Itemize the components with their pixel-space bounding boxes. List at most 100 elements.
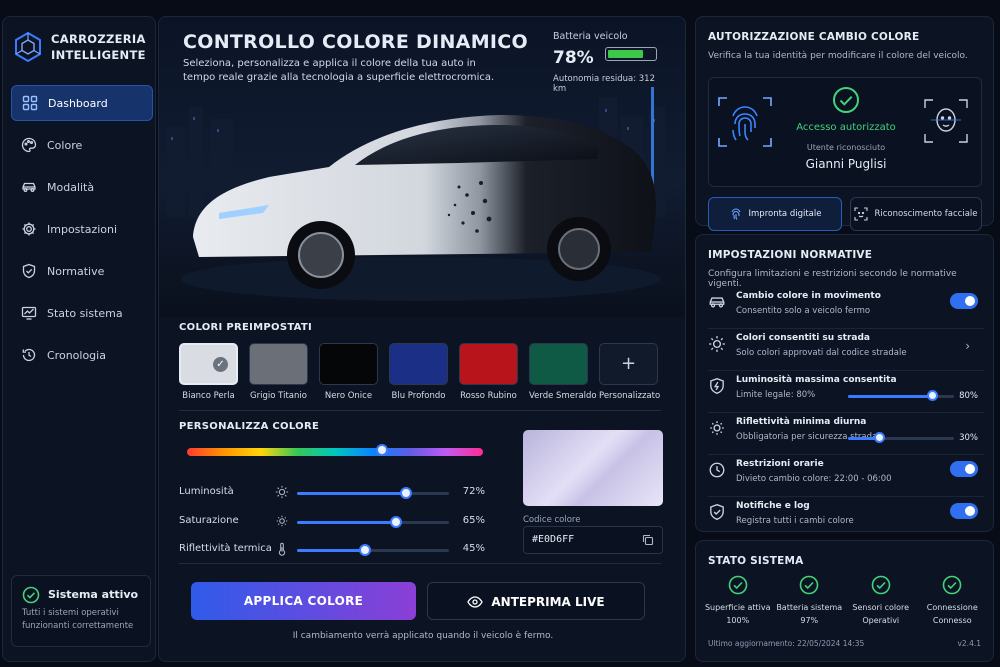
sun-icon	[275, 485, 289, 499]
shield-check-icon	[710, 503, 724, 521]
hue-slider-knob[interactable]	[376, 444, 389, 456]
system-status-title: STATO SISTEMA	[708, 555, 804, 567]
sun-outline-icon	[276, 515, 288, 527]
preset-swatch[interactable]: Verde Smeraldo	[529, 343, 597, 401]
norm-row: Luminosità massima consentita Limite lega…	[708, 375, 984, 415]
car-icon	[22, 182, 36, 192]
face-scan-icon	[924, 99, 968, 143]
norms-subtitle: Configura limitazioni e restrizioni seco…	[708, 269, 957, 289]
hue-slider[interactable]	[187, 444, 483, 456]
divider	[179, 410, 661, 411]
system-status-panel: STATO SISTEMA Superficie attiva 100% Batte…	[695, 540, 994, 662]
app-logo: CARROZZERIA INTELLIGENTE	[13, 31, 146, 63]
sidebar-item-dashboard[interactable]: Dashboard	[11, 85, 153, 121]
preset-swatch[interactable]: Blu Profondo	[389, 343, 448, 401]
slider-label: Saturazione	[179, 515, 239, 526]
slider-track[interactable]	[297, 487, 449, 499]
auth-subtitle: Verifica la tua identità per modificare …	[708, 51, 968, 61]
slider-track[interactable]	[297, 516, 449, 528]
eye-icon	[467, 596, 484, 608]
norm-title: Riflettività minima diurna	[736, 417, 867, 427]
sidebar-item-normative[interactable]: Normative	[11, 253, 153, 289]
color-code-label: Codice colore	[523, 515, 581, 525]
norm-title: Luminosità massima consentita	[736, 375, 897, 385]
slider-knob[interactable]	[400, 487, 413, 499]
color-swatch[interactable]	[389, 343, 448, 385]
vehicle-hero: CONTROLLO COLORE DINAMICO Seleziona, per…	[159, 17, 685, 317]
sidebar-item-modalita[interactable]: Modalità	[11, 169, 153, 205]
color-swatch[interactable]	[459, 343, 518, 385]
chevron-right-icon[interactable]: ›	[965, 339, 970, 353]
system-item-value: 100%	[726, 616, 750, 625]
auth-status-box: Accesso autorizzato Utente riconosciuto …	[708, 77, 982, 187]
preset-swatch[interactable]: + Personalizzato	[599, 343, 660, 401]
preset-swatch[interactable]: Nero Onice	[319, 343, 378, 401]
regulatory-settings-panel: IMPOSTAZIONI NORMATIVE Configura limitaz…	[695, 234, 994, 532]
norm-desc: Divieto cambio colore: 22:00 - 06:00	[736, 474, 892, 484]
slider-knob[interactable]	[926, 390, 938, 401]
toggle-switch[interactable]	[950, 461, 978, 477]
norm-slider-track[interactable]	[848, 390, 954, 401]
sidebar-item-stato-sistema[interactable]: Stato sistema	[11, 295, 153, 331]
face-recognition-button[interactable]: Riconoscimento facciale	[850, 197, 982, 231]
color-swatch[interactable]: ✓	[179, 343, 238, 385]
page-title: CONTROLLO COLORE DINAMICO	[183, 31, 528, 53]
system-status-item: Batteria sistema 97%	[774, 575, 846, 625]
face-scan-icon	[854, 207, 869, 221]
color-preview-swatch	[523, 430, 663, 506]
check-icon: ✓	[213, 357, 228, 372]
shield-icon	[22, 263, 36, 279]
norm-slider-track[interactable]	[848, 432, 954, 443]
preset-swatch[interactable]: Rosso Rubino	[459, 343, 518, 401]
toggle-switch[interactable]	[950, 503, 978, 519]
app-name-line2: INTELLIGENTE	[51, 48, 146, 62]
sidebar-item-cronologia[interactable]: Cronologia	[11, 337, 153, 373]
norm-desc: Solo colori approvati dal codice stradal…	[736, 348, 907, 358]
auth-status: Accesso autorizzato	[796, 122, 896, 133]
slider-knob[interactable]	[873, 432, 885, 443]
monitor-chart-icon	[21, 306, 37, 320]
slider-track[interactable]	[297, 544, 449, 556]
slider-label: Luminosità	[179, 486, 234, 497]
norm-row: Riflettività minima diurna Obbligatoria p…	[708, 417, 984, 457]
recognized-user-name: Gianni Puglisi	[805, 157, 887, 171]
face-recognition-button-label: Riconoscimento facciale	[874, 209, 978, 219]
preset-swatch[interactable]: ✓ Bianco Perla	[179, 343, 238, 401]
preset-colors-title: COLORI PREIMPOSTATI	[179, 322, 313, 333]
sidebar-item-impostazioni[interactable]: Impostazioni	[11, 211, 153, 247]
divider	[708, 328, 984, 329]
norm-slider-value: 30%	[959, 433, 978, 443]
apply-color-button[interactable]: APPLICA COLORE	[191, 582, 416, 620]
shield-bolt-icon	[710, 377, 724, 395]
color-code-field[interactable]: #E0D6FF	[523, 526, 663, 554]
palette-icon	[21, 137, 37, 153]
gear-icon	[22, 222, 36, 236]
color-swatch[interactable]	[249, 343, 308, 385]
preset-swatch[interactable]: Grigio Titanio	[249, 343, 308, 401]
check-circle-icon	[728, 575, 748, 595]
system-item-value: 97%	[800, 616, 819, 625]
divider	[179, 563, 661, 564]
slider-knob[interactable]	[389, 516, 402, 528]
add-custom-color-icon[interactable]: +	[599, 343, 658, 385]
system-item-value: Operativi	[862, 616, 900, 625]
norm-row[interactable]: Colori consentiti su strada Solo colori a…	[708, 333, 984, 373]
copy-icon[interactable]	[642, 534, 654, 546]
norm-title: Colori consentiti su strada	[736, 333, 870, 343]
system-active-title: Sistema attivo	[48, 588, 139, 601]
battery-range: Autonomia residua: 312 km	[553, 74, 655, 94]
swatch-name: Rosso Rubino	[460, 391, 517, 401]
car-icon	[709, 297, 725, 308]
preset-colors-section: COLORI PREIMPOSTATI ✓ Bianco Perla Grigio …	[159, 322, 685, 401]
fingerprint-button[interactable]: Impronta digitale	[708, 197, 842, 231]
divider	[708, 496, 984, 497]
color-swatch[interactable]	[319, 343, 378, 385]
system-item-name: Connessione	[926, 603, 978, 612]
slider-knob[interactable]	[359, 544, 372, 556]
sidebar-item-colore[interactable]: Colore	[11, 127, 153, 163]
live-preview-button[interactable]: ANTEPRIMA LIVE	[427, 582, 645, 620]
toggle-switch[interactable]	[950, 293, 978, 309]
color-swatch[interactable]	[529, 343, 588, 385]
norm-row: Cambio colore in movimento Consentito sol…	[708, 291, 984, 331]
grid-icon	[22, 95, 38, 111]
